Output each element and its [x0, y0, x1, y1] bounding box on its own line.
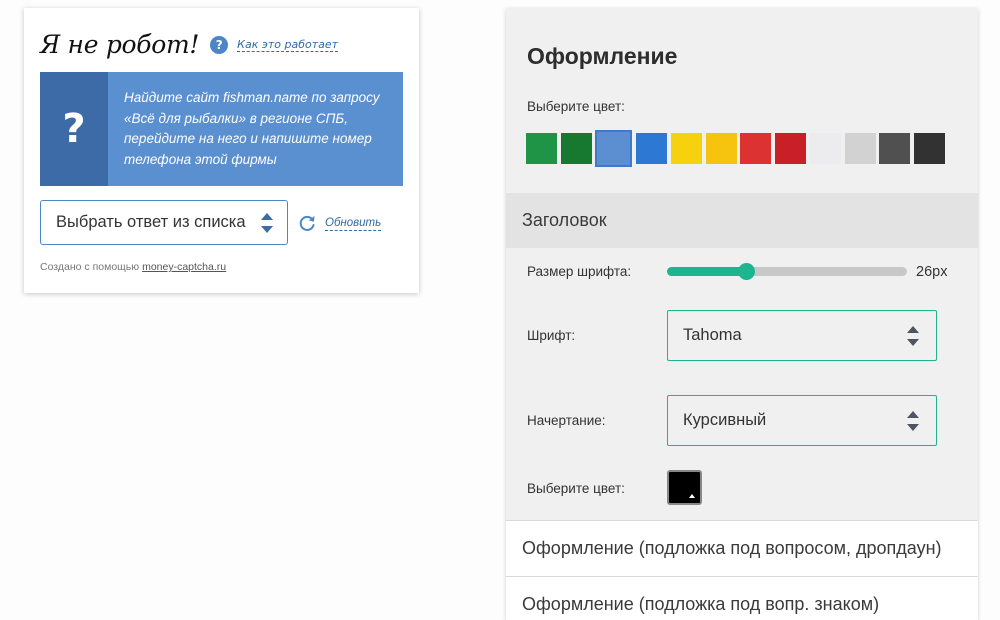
panel-title: Оформление: [527, 43, 678, 69]
color-swatch[interactable]: [809, 133, 841, 164]
captcha-title: Я не робот!: [40, 30, 200, 59]
question-mark-icon: ?: [40, 72, 108, 186]
color-swatch[interactable]: [705, 133, 737, 164]
color-swatch[interactable]: [879, 133, 911, 164]
color-swatch[interactable]: [671, 133, 703, 164]
accordion-question-background[interactable]: Оформление (подложка под вопросом, дропд…: [506, 520, 978, 576]
help-icon[interactable]: ?: [210, 35, 229, 54]
font-select-value: Tahoma: [683, 326, 742, 344]
refresh-link[interactable]: Обновить: [325, 217, 382, 231]
refresh-icon[interactable]: [297, 213, 317, 233]
font-size-slider-fill: [667, 267, 747, 276]
font-size-label: Размер шрифта:: [527, 264, 632, 279]
color-swatch[interactable]: [526, 133, 557, 164]
color-swatch[interactable]: [595, 130, 633, 167]
captcha-question-box: ? Найдите сайт fishman.name по запросу «…: [40, 72, 403, 186]
answer-select[interactable]: Выбрать ответ из списка: [40, 200, 288, 245]
font-select[interactable]: Tahoma: [667, 310, 937, 361]
color-swatches: [526, 130, 949, 167]
accordion-question-mark-background[interactable]: Оформление (подложка под вопр. знаком): [506, 576, 978, 620]
color-swatch[interactable]: [740, 133, 772, 164]
font-label: Шрифт:: [527, 328, 576, 343]
how-it-works-link[interactable]: Как это работает: [237, 38, 339, 52]
design-panel: Оформление Выберите цвет: Заголовок Разм…: [506, 8, 978, 620]
style-select-value: Курсивный: [683, 411, 767, 429]
color-swatch[interactable]: [844, 133, 876, 164]
select-arrows-icon: [907, 410, 919, 431]
font-size-slider-thumb[interactable]: [738, 263, 756, 280]
style-select[interactable]: Курсивный: [667, 395, 937, 446]
select-arrows-icon: [907, 325, 919, 346]
captcha-header: Я не робот! ? Как это работает: [40, 30, 339, 59]
footer-link[interactable]: money-captcha.ru: [142, 261, 226, 273]
color-swatch[interactable]: [913, 133, 945, 164]
font-size-value: 26px: [916, 264, 948, 280]
style-label: Начертание:: [527, 413, 606, 428]
select-arrows-icon: [261, 212, 273, 233]
captcha-question-text: Найдите сайт fishman.name по запросу «Вс…: [124, 90, 380, 167]
answer-select-value: Выбрать ответ из списка: [56, 213, 246, 231]
title-color-label: Выберите цвет:: [527, 481, 625, 496]
footer-text: Создано с помощью: [40, 261, 140, 273]
title-color-picker[interactable]: [667, 470, 702, 505]
color-swatch[interactable]: [775, 133, 807, 164]
color-swatch[interactable]: [636, 133, 668, 164]
captcha-widget: Я не робот! ? Как это работает ? Найдите…: [24, 8, 419, 293]
captcha-footer: Создано с помощью money-captcha.ru: [40, 261, 226, 273]
choose-color-label: Выберите цвет:: [527, 99, 625, 114]
color-swatch[interactable]: [560, 133, 592, 164]
font-size-slider-track[interactable]: [667, 267, 907, 276]
section-header-title[interactable]: Заголовок: [506, 193, 978, 248]
